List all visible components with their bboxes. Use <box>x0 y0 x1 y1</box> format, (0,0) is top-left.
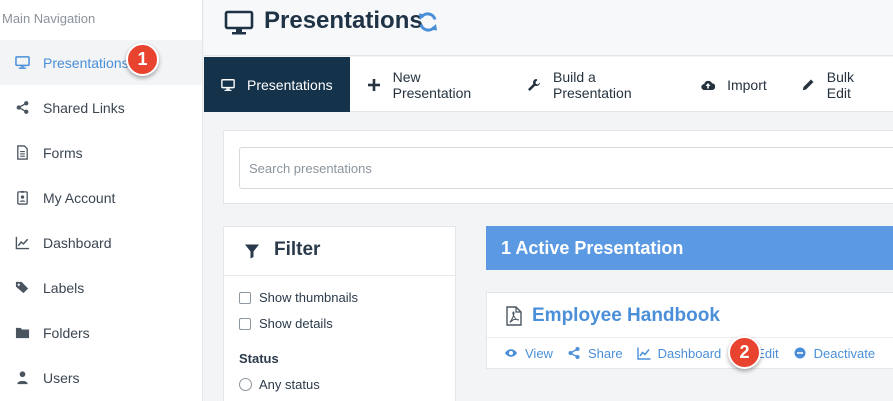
any-status-option[interactable]: Any status <box>239 377 320 392</box>
sidebar-item-forms[interactable]: Forms <box>0 130 202 175</box>
wrench-icon <box>527 78 541 92</box>
sidebar-item-users[interactable]: Users <box>0 355 202 400</box>
new-presentation-button[interactable]: New Presentation <box>350 57 510 112</box>
sidebar-item-label: Shared Links <box>43 99 125 116</box>
new-presentation-label: New Presentation <box>392 68 472 101</box>
step-callout-1: 1 <box>126 43 159 76</box>
share-action[interactable]: Share <box>567 346 623 361</box>
any-status-radio[interactable] <box>239 378 252 391</box>
refresh-icon[interactable] <box>416 10 440 34</box>
page-header: Presentations <box>204 0 893 56</box>
dashboard-action[interactable]: Dashboard <box>636 345 722 361</box>
eye-icon <box>504 346 518 360</box>
sidebar-item-label: Forms <box>43 144 83 161</box>
share-icon <box>14 100 30 116</box>
tab-presentations-label: Presentations <box>247 76 333 93</box>
view-action[interactable]: View <box>504 346 553 361</box>
presentation-actions: View Share Dashboard Edit Deactivate <box>504 339 889 367</box>
build-presentation-button[interactable]: Build a Presentation <box>510 57 684 112</box>
import-label: Import <box>727 76 767 93</box>
sidebar-item-shared-links[interactable]: Shared Links <box>0 85 202 130</box>
tags-icon <box>14 280 30 296</box>
line-chart-icon <box>636 346 651 360</box>
build-presentation-label: Build a Presentation <box>553 68 632 101</box>
sidebar-item-my-account[interactable]: My Account <box>0 175 202 220</box>
share-label: Share <box>587 345 623 361</box>
sidebar-item-label: Labels <box>43 279 85 296</box>
monitor-icon <box>224 10 254 36</box>
sidebar-item-label: Dashboard <box>43 234 112 251</box>
user-icon <box>14 370 30 386</box>
sidebar-item-label: Users <box>43 369 80 386</box>
deactivate-label: Deactivate <box>813 345 876 361</box>
pdf-file-icon <box>505 306 523 326</box>
dashboard-label: Dashboard <box>657 345 722 361</box>
pencil-icon <box>801 78 815 92</box>
active-presentations-banner: 1 Active Presentation <box>486 226 893 270</box>
show-details-checkbox[interactable] <box>239 317 251 330</box>
form-icon <box>14 145 30 161</box>
show-thumbnails-checkbox[interactable] <box>239 291 251 304</box>
monitor-icon <box>14 55 30 71</box>
monitor-icon <box>221 78 235 92</box>
sidebar: Main Navigation Presentations Shared Lin… <box>0 0 203 401</box>
bulk-edit-button[interactable]: Bulk Edit <box>784 57 893 112</box>
sidebar-item-labels[interactable]: Labels <box>0 265 202 310</box>
share-icon <box>567 346 581 360</box>
view-label: View <box>525 345 553 361</box>
sidebar-item-folders[interactable]: Folders <box>0 310 202 355</box>
sidebar-item-presentations[interactable]: Presentations <box>0 40 202 85</box>
any-status-label: Any status <box>259 377 320 392</box>
status-heading: Status <box>239 351 279 366</box>
search-input[interactable] <box>239 147 893 189</box>
line-chart-icon <box>14 235 30 251</box>
plus-icon <box>367 78 381 92</box>
step-callout-2: 2 <box>728 336 761 369</box>
show-thumbnails-option[interactable]: Show thumbnails <box>239 290 358 305</box>
import-button[interactable]: Import <box>684 57 784 112</box>
cloud-upload-icon <box>701 78 716 92</box>
filter-title: Filter <box>274 239 321 260</box>
folder-icon <box>14 325 30 341</box>
sidebar-item-label: Presentations <box>43 54 129 71</box>
sidebar-item-label: My Account <box>43 189 116 206</box>
tab-presentations[interactable]: Presentations <box>204 57 350 112</box>
filter-panel: Filter Show thumbnails Show details Stat… <box>223 226 456 401</box>
sidebar-item-label: Folders <box>43 324 90 341</box>
minus-circle-icon <box>793 346 807 360</box>
filter-icon <box>244 243 260 259</box>
toolbar: Presentations New Presentation Build a P… <box>204 57 893 112</box>
show-thumbnails-label: Show thumbnails <box>259 290 358 305</box>
presentation-card: Employee Handbook View Share Dashboard E… <box>486 292 893 369</box>
sidebar-item-dashboard[interactable]: Dashboard <box>0 220 202 265</box>
card-divider <box>487 337 893 338</box>
nav-list: Presentations Shared Links Forms My Acco… <box>0 40 202 400</box>
page-title: Presentations <box>264 7 423 34</box>
nav-heading: Main Navigation <box>2 11 96 26</box>
search-panel <box>223 130 893 204</box>
badge-icon <box>14 190 30 206</box>
presentation-title-link[interactable]: Employee Handbook <box>532 305 720 327</box>
deactivate-action[interactable]: Deactivate <box>793 346 875 361</box>
show-details-label: Show details <box>259 316 333 331</box>
show-details-option[interactable]: Show details <box>239 316 333 331</box>
bulk-edit-label: Bulk Edit <box>826 68 855 101</box>
filter-header: Filter <box>224 227 455 276</box>
